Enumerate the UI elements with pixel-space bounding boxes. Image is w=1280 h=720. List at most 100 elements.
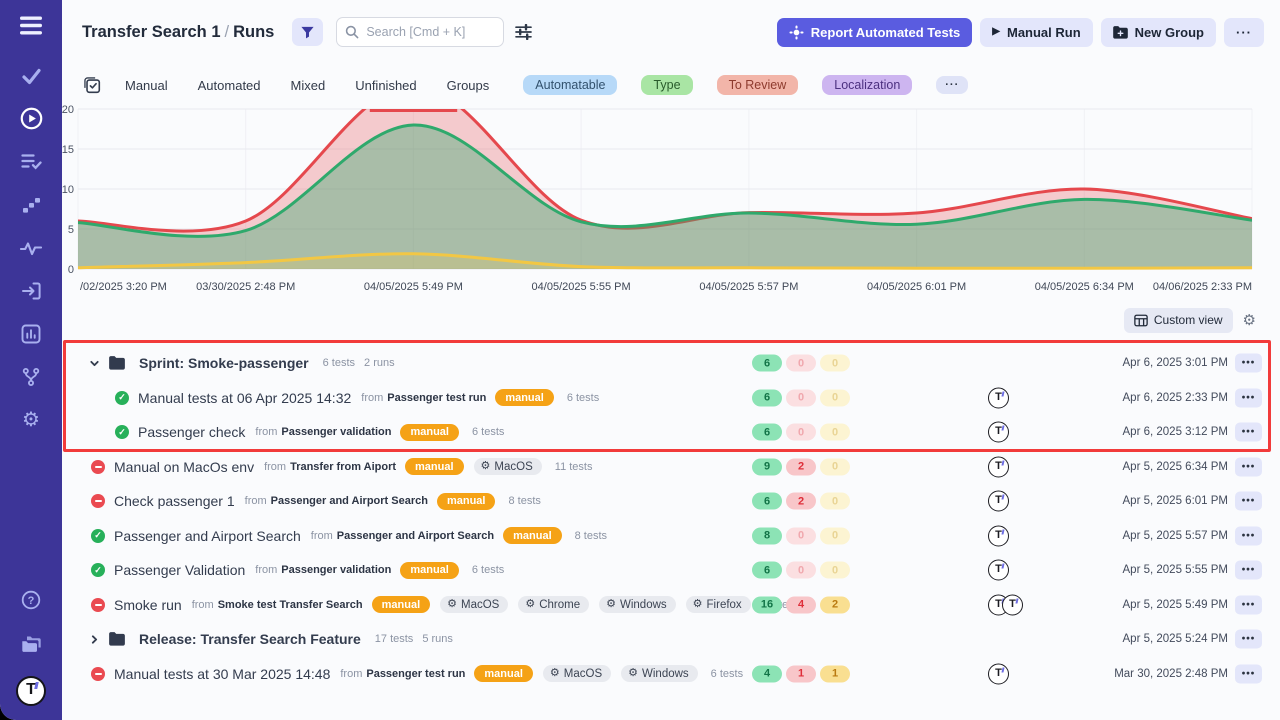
row-more-button[interactable]: ••• (1235, 630, 1262, 649)
run-source[interactable]: Passenger and Airport Search (271, 495, 428, 507)
svg-text:04/05/2025 5:49 PM: 04/05/2025 5:49 PM (364, 281, 463, 293)
row-more-button[interactable]: ••• (1235, 492, 1262, 511)
chevron-down-icon[interactable] (89, 358, 101, 369)
badge-passed: 4 (752, 665, 782, 682)
run-title[interactable]: Passenger check (138, 424, 245, 440)
view-tabs: Manual Automated Mixed Unfinished Groups (125, 78, 489, 93)
sidebar-item-list-check-icon[interactable] (10, 140, 53, 183)
report-automated-tests-button[interactable]: Report Automated Tests (777, 18, 973, 47)
group-title[interactable]: Sprint: Smoke-passenger (139, 355, 309, 371)
row-more-button[interactable]: ••• (1235, 526, 1262, 545)
run-source[interactable]: Passenger validation (281, 564, 391, 576)
run-row[interactable]: Passenger check from Passenger validatio… (62, 415, 1280, 450)
sliders-icon[interactable] (510, 18, 536, 46)
tab-unfinished[interactable]: Unfinished (355, 78, 416, 93)
breadcrumb-project[interactable]: Transfer Search 1 (82, 23, 221, 41)
new-group-button[interactable]: New Group (1101, 18, 1216, 47)
run-row[interactable]: Check passenger 1 from Passenger and Air… (62, 484, 1280, 519)
avatar: T (988, 525, 1009, 546)
run-title[interactable]: Smoke run (114, 597, 182, 613)
row-more-button[interactable]: ••• (1235, 595, 1262, 614)
status-passed-icon (91, 563, 105, 577)
search-input[interactable] (336, 17, 504, 47)
sidebar-item-activity-icon[interactable] (10, 226, 53, 269)
row-more-button[interactable]: ••• (1235, 561, 1262, 580)
sidebar-item-bar-chart-icon[interactable] (10, 312, 53, 355)
row-more-button[interactable]: ••• (1235, 354, 1262, 373)
tab-mixed[interactable]: Mixed (291, 78, 326, 93)
assignee-avatars: T (988, 491, 1009, 512)
gear-icon: ⚙ (481, 461, 491, 472)
manual-run-button[interactable]: ▶ Manual Run (980, 18, 1092, 47)
sidebar-item-help-icon[interactable]: ? (10, 582, 53, 618)
from-label: from (255, 426, 277, 438)
row-more-button[interactable]: ••• (1235, 664, 1262, 683)
run-title[interactable]: Passenger and Airport Search (114, 528, 301, 544)
breadcrumb-page: Runs (233, 23, 274, 41)
group-title[interactable]: Release: Transfer Search Feature (139, 631, 361, 647)
run-row[interactable]: Passenger Validation from Passenger vali… (62, 553, 1280, 588)
custom-view-button[interactable]: Custom view (1124, 308, 1233, 333)
tag-pill-localization[interactable]: Localization (822, 75, 912, 95)
menu-icon[interactable] (20, 16, 42, 40)
run-row[interactable]: Manual tests at 06 Apr 2025 14:32 from P… (62, 381, 1280, 416)
sidebar-item-import-icon[interactable] (10, 269, 53, 312)
badge-passed: 6 (752, 424, 782, 441)
group-row[interactable]: Release: Transfer Search Feature 17 test… (62, 622, 1280, 657)
result-badges: 800 (752, 527, 850, 544)
tab-manual[interactable]: Manual (125, 78, 168, 93)
from-label: from (192, 599, 214, 611)
chevron-right-icon[interactable] (89, 634, 101, 645)
badge-passed: 8 (752, 527, 782, 544)
run-title[interactable]: Manual on MacOs env (114, 459, 254, 475)
view-settings-gear-icon[interactable]: ⚙ (1243, 311, 1256, 329)
sidebar-item-steps-icon[interactable] (10, 183, 53, 226)
sidebar-item-gear-icon[interactable]: ⚙ (10, 398, 53, 441)
row-more-button[interactable]: ••• (1235, 388, 1262, 407)
run-source[interactable]: Smoke test Transfer Search (218, 599, 363, 611)
run-source[interactable]: Passenger validation (281, 426, 391, 438)
run-row[interactable]: Manual tests at 30 Mar 2025 14:48 from P… (62, 657, 1280, 692)
run-row[interactable]: Smoke run from Smoke test Transfer Searc… (62, 588, 1280, 623)
run-title[interactable]: Check passenger 1 (114, 493, 235, 509)
run-row[interactable]: Passenger and Airport Search from Passen… (62, 519, 1280, 554)
row-more-button[interactable]: ••• (1235, 423, 1262, 442)
header-more-button[interactable]: ··· (1224, 18, 1264, 47)
result-badges: 600 (752, 355, 850, 372)
run-source[interactable]: Transfer from Aiport (290, 461, 396, 473)
result-badges: 600 (752, 389, 850, 406)
tag-pill-automatable[interactable]: Automatable (523, 75, 617, 95)
badge-skipped: 0 (820, 458, 850, 475)
sidebar-item-folders-icon[interactable] (10, 626, 53, 662)
play-circle-icon (20, 107, 43, 130)
sidebar-item-play-circle-icon[interactable] (10, 97, 53, 140)
sidebar-item-check-icon[interactable] (10, 54, 53, 97)
run-source[interactable]: Passenger test run (366, 668, 465, 680)
gear-icon: ⚙ (525, 599, 535, 610)
filter-button[interactable] (292, 18, 323, 46)
svg-text:03/30/2025 2:48 PM: 03/30/2025 2:48 PM (196, 281, 295, 293)
run-date: Apr 6, 2025 3:12 PM (1123, 426, 1228, 438)
run-source[interactable]: Passenger test run (387, 392, 486, 404)
sidebar-item-git-branch-icon[interactable] (10, 355, 53, 398)
select-all-icon[interactable] (84, 77, 101, 94)
result-badges: 920 (752, 458, 850, 475)
run-title[interactable]: Manual tests at 30 Mar 2025 14:48 (114, 666, 330, 682)
tag-pills-more-button[interactable]: ··· (936, 76, 968, 94)
run-title[interactable]: Passenger Validation (114, 562, 245, 578)
from-label: from (340, 668, 362, 680)
tab-automated[interactable]: Automated (198, 78, 261, 93)
badge-failed: 0 (786, 355, 816, 372)
gear-icon: ⚙ (693, 599, 703, 610)
badge-skipped: 0 (820, 562, 850, 579)
tag-pill-type[interactable]: Type (641, 75, 692, 95)
group-row[interactable]: Sprint: Smoke-passenger 6 tests2 runs 60… (62, 346, 1280, 381)
assignee-avatars: T (988, 456, 1009, 477)
run-row[interactable]: Manual on MacOs env from Transfer from A… (62, 450, 1280, 485)
tag-pill-to-review[interactable]: To Review (717, 75, 799, 95)
run-title[interactable]: Manual tests at 06 Apr 2025 14:32 (138, 390, 351, 406)
tab-groups[interactable]: Groups (447, 78, 490, 93)
run-source[interactable]: Passenger and Airport Search (337, 530, 494, 542)
from-label: from (255, 564, 277, 576)
row-more-button[interactable]: ••• (1235, 457, 1262, 476)
